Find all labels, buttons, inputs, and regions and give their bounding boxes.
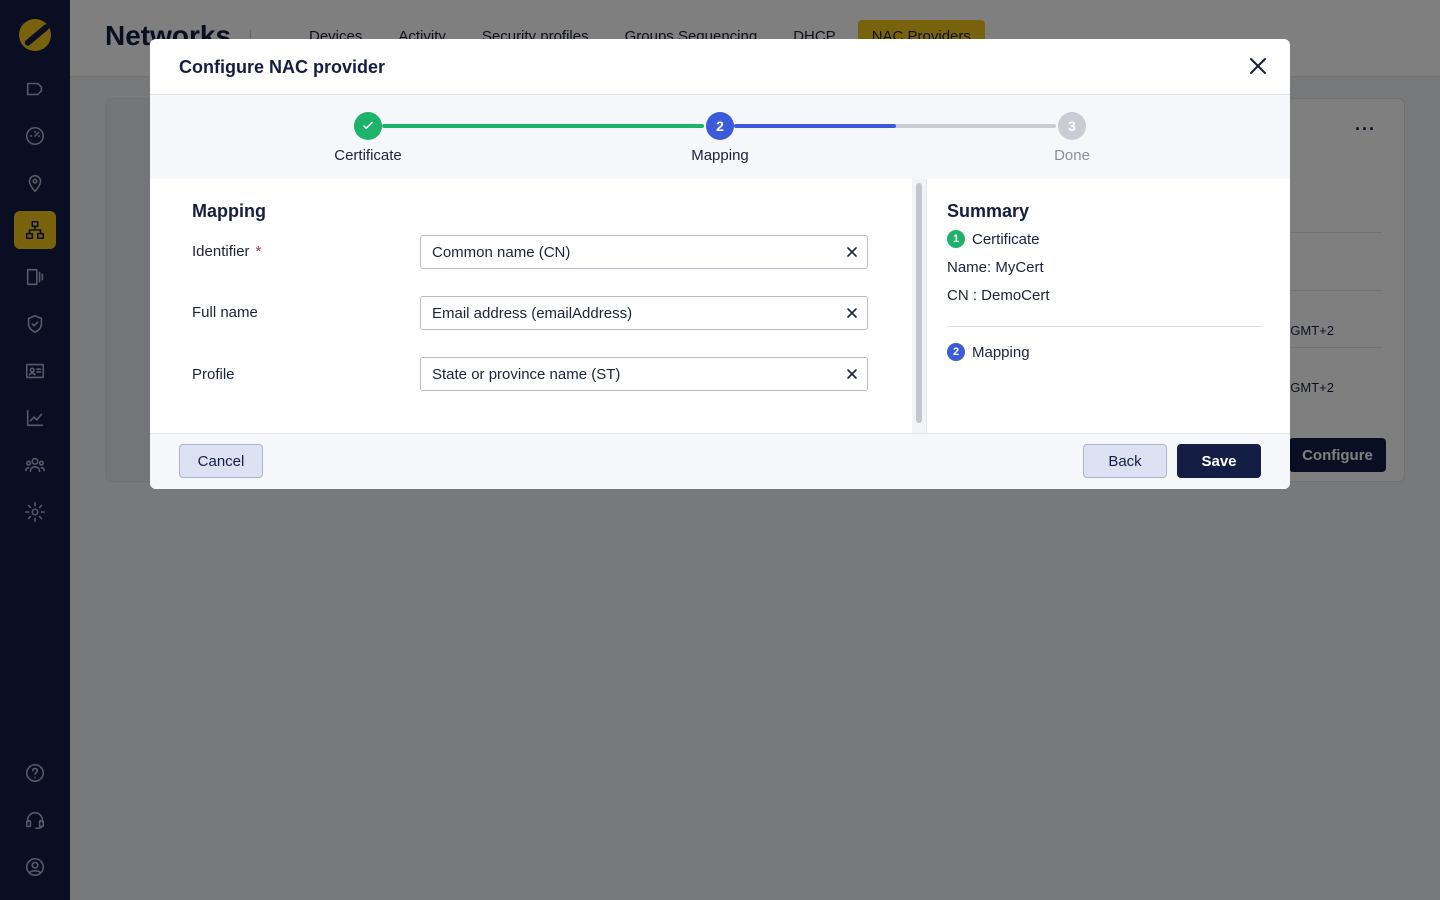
summary-step-2-label: Mapping — [972, 344, 1030, 361]
step-1-label: Certificate — [334, 147, 402, 164]
summary-step-2-badge: 2 — [947, 343, 965, 361]
identifier-label: Identifier * — [192, 243, 262, 260]
required-marker: * — [255, 243, 262, 260]
modal-footer: Cancel Back Save — [150, 433, 1290, 489]
profile-clear-button[interactable] — [845, 367, 859, 381]
clear-icon — [847, 247, 857, 257]
stepper: 2 3 Certificate Mapping Done — [150, 95, 1290, 179]
summary-cert-cn: CN : DemoCert — [947, 287, 1050, 304]
step-1-circle — [354, 112, 382, 140]
close-button[interactable] — [1246, 54, 1270, 78]
close-icon — [1250, 58, 1266, 74]
step-3-circle: 3 — [1058, 112, 1086, 140]
full-name-clear-button[interactable] — [845, 306, 859, 320]
modal-title: Configure NAC provider — [179, 57, 386, 77]
profile-label: Profile — [192, 366, 235, 383]
summary-step-1-label: Certificate — [972, 231, 1040, 248]
modal-header: Configure NAC provider — [150, 39, 1290, 95]
step-2-label: Mapping — [691, 147, 749, 164]
summary-title: Summary — [947, 201, 1030, 221]
configure-nac-modal: Configure NAC provider 2 3 Certificate M… — [150, 39, 1290, 489]
profile-value: State or province name (ST) — [432, 366, 621, 383]
identifier-clear-button[interactable] — [845, 245, 859, 259]
full-name-value: Email address (emailAddress) — [432, 305, 633, 322]
mapping-form: Mapping Identifier * Common name (CN) Ful… — [150, 179, 912, 433]
identifier-select[interactable]: Common name (CN) — [420, 235, 868, 269]
cancel-button[interactable]: Cancel — [179, 444, 263, 478]
step-2-circle: 2 — [706, 112, 734, 140]
stepper-track-complete — [382, 124, 704, 128]
back-button[interactable]: Back — [1083, 444, 1167, 478]
mapping-section-title: Mapping — [192, 201, 266, 221]
scrollbar-thumb[interactable] — [916, 183, 922, 423]
scrollbar[interactable] — [912, 179, 926, 433]
profile-select[interactable]: State or province name (ST) — [420, 357, 868, 391]
summary-cert-name: Name: MyCert — [947, 259, 1044, 276]
summary-panel: Summary 1 Certificate Name: MyCert CN : … — [927, 179, 1290, 433]
identifier-value: Common name (CN) — [432, 244, 571, 261]
clear-icon — [847, 369, 857, 379]
full-name-label: Full name — [192, 304, 258, 321]
stepper-track-progress — [734, 124, 896, 128]
check-icon — [363, 121, 373, 130]
summary-step-1-badge: 1 — [947, 230, 965, 248]
summary-divider — [947, 326, 1262, 327]
step-3-label: Done — [1054, 147, 1090, 164]
full-name-select[interactable]: Email address (emailAddress) — [420, 296, 868, 330]
clear-icon — [847, 308, 857, 318]
save-button[interactable]: Save — [1177, 444, 1261, 478]
